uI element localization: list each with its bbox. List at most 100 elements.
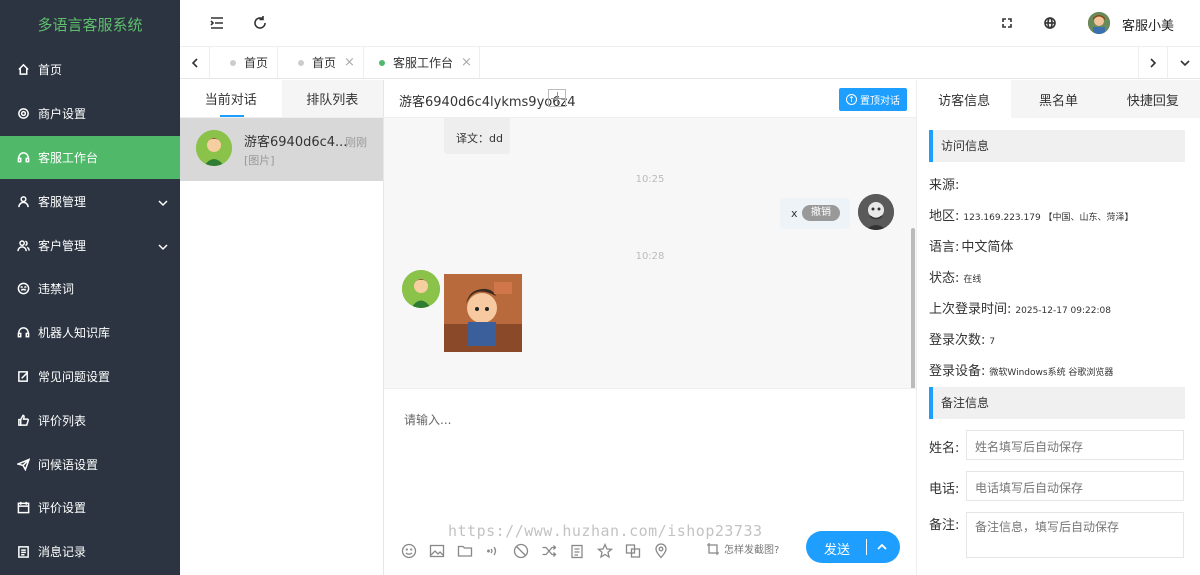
close-icon[interactable]: × bbox=[344, 55, 355, 70]
sidebar-item-label: 客服工作台 bbox=[38, 150, 99, 165]
info-label: 登录次数: bbox=[929, 333, 986, 348]
refresh-icon[interactable] bbox=[251, 14, 269, 32]
clipboard-icon[interactable] bbox=[567, 542, 586, 561]
send-button[interactable]: 发送 bbox=[806, 531, 900, 563]
info-label: 状态: bbox=[929, 271, 960, 286]
message-bubble-agent: x 撤销 bbox=[780, 198, 850, 229]
sidebar-item-label: 客服管理 bbox=[38, 194, 87, 209]
sidebar-item-banned-words[interactable]: 违禁词 bbox=[0, 267, 180, 311]
sidebar-item-faq-settings[interactable]: 常见问题设置 bbox=[0, 355, 180, 399]
sidebar-item-home[interactable]: 首页 bbox=[0, 48, 180, 92]
calendar-icon bbox=[16, 501, 30, 515]
info-value: 微软Windows系统 谷歌浏览器 bbox=[989, 368, 1114, 378]
conversation-item[interactable]: 游客6940d6c4... 刚刚 [图片] bbox=[180, 118, 383, 181]
close-icon[interactable]: × bbox=[461, 55, 472, 70]
tab-queue-list[interactable]: 排队列表 bbox=[281, 80, 383, 117]
add-icon[interactable] bbox=[548, 89, 566, 107]
sidebar-item-agent-management[interactable]: 客服管理 bbox=[0, 179, 180, 223]
tab-home-2[interactable]: 首页 × bbox=[278, 47, 364, 78]
users-icon bbox=[16, 238, 30, 252]
info-label: 上次登录时间: bbox=[929, 302, 1012, 317]
send-divider bbox=[866, 539, 867, 555]
star-icon[interactable] bbox=[595, 542, 614, 561]
sidebar-item-label: 消息记录 bbox=[38, 545, 87, 560]
clipboard-icon bbox=[16, 545, 30, 559]
location-icon[interactable] bbox=[651, 542, 670, 561]
pin-conversation-button[interactable]: ↑ 置顶对话 bbox=[839, 88, 907, 111]
voice-icon[interactable] bbox=[483, 542, 502, 561]
chat-scrollbar[interactable] bbox=[911, 228, 915, 388]
sidebar-item-message-records[interactable]: 消息记录 bbox=[0, 530, 180, 574]
send-icon bbox=[16, 457, 30, 471]
sidebar-item-review-list[interactable]: 评价列表 bbox=[0, 398, 180, 442]
tab-agent-workbench[interactable]: 客服工作台 × bbox=[364, 47, 480, 78]
folder-icon[interactable] bbox=[455, 542, 474, 561]
conversation-last-message: [图片] bbox=[244, 154, 275, 167]
sidebar-item-greeting-settings[interactable]: 问候语设置 bbox=[0, 442, 180, 486]
name-label: 姓名: bbox=[929, 441, 960, 456]
emoji-icon[interactable] bbox=[399, 542, 418, 561]
message-input-area[interactable]: 请输入... 怎样发截图? 发送 bbox=[384, 388, 916, 575]
sidebar-item-merchant-settings[interactable]: 商户设置 bbox=[0, 92, 180, 136]
screenshot-tip[interactable]: 怎样发截图? bbox=[706, 541, 779, 556]
message-input[interactable]: 请输入... bbox=[404, 411, 451, 428]
translate-icon[interactable] bbox=[623, 542, 642, 561]
info-value: 在线 bbox=[963, 275, 982, 285]
info-value: 7 bbox=[989, 337, 996, 347]
conversation-panel: 当前对话 排队列表 游客6940d6c4... 刚刚 [图片] bbox=[180, 80, 384, 575]
remark-info-title: 备注信息 bbox=[929, 387, 1185, 419]
conversation-name: 游客6940d6c4... bbox=[244, 135, 348, 150]
tab-home-1[interactable]: 首页 bbox=[210, 47, 278, 78]
sidebar-item-robot-knowledge[interactable]: 机器人知识库 bbox=[0, 311, 180, 355]
recall-button[interactable]: 撤销 bbox=[802, 205, 840, 221]
message-image[interactable] bbox=[444, 274, 522, 352]
tab-visitor-info[interactable]: 访客信息 bbox=[917, 80, 1012, 118]
globe-icon[interactable] bbox=[1041, 14, 1059, 32]
tab-scroll-right-button[interactable] bbox=[1138, 47, 1168, 78]
user-name[interactable]: 客服小美 bbox=[1122, 15, 1174, 34]
avatar[interactable] bbox=[1088, 12, 1110, 34]
name-field[interactable]: 姓名填写后自动保存 bbox=[966, 430, 1184, 460]
conversation-time: 刚刚 bbox=[345, 136, 367, 149]
info-language: 语言: 中文简体 bbox=[929, 236, 1013, 255]
block-icon[interactable] bbox=[511, 542, 530, 561]
tab-current-conversations[interactable]: 当前对话 bbox=[180, 80, 282, 117]
tab-quick-replies[interactable]: 快捷回复 bbox=[1106, 80, 1200, 118]
tab-menu-button[interactable] bbox=[1170, 47, 1200, 78]
visit-info-title: 访问信息 bbox=[929, 130, 1185, 162]
image-icon[interactable] bbox=[427, 542, 446, 561]
phone-label: 电话: bbox=[929, 482, 960, 497]
tab-blacklist[interactable]: 黑名单 bbox=[1011, 80, 1105, 118]
chevron-right-icon bbox=[1150, 57, 1157, 68]
remark-label: 备注: bbox=[929, 518, 960, 533]
chevron-up-icon[interactable] bbox=[876, 541, 888, 553]
info-tabs: 访客信息 黑名单 快捷回复 bbox=[917, 80, 1200, 118]
info-label: 登录设备: bbox=[929, 364, 986, 379]
visitor-avatar bbox=[402, 270, 440, 308]
transfer-icon[interactable] bbox=[539, 542, 558, 561]
chevron-down-icon bbox=[1180, 59, 1190, 66]
translation-text: 译文：dd bbox=[456, 132, 503, 145]
sidebar-item-review-settings[interactable]: 评价设置 bbox=[0, 486, 180, 530]
menu-collapse-icon[interactable] bbox=[208, 14, 226, 32]
tab-label: 首页 bbox=[244, 56, 269, 70]
phone-field[interactable]: 电话填写后自动保存 bbox=[966, 471, 1184, 501]
tab-bar: 首页 首页 × 客服工作台 × bbox=[180, 47, 1200, 79]
message-list[interactable]: 译文：dd 10:25 x 撤销 10:28 bbox=[384, 118, 916, 388]
sidebar-item-label: 机器人知识库 bbox=[38, 326, 111, 341]
message-timestamp: 10:28 bbox=[635, 251, 665, 262]
sidebar-item-label: 评价设置 bbox=[38, 501, 87, 516]
home-icon bbox=[16, 63, 30, 77]
tab-scroll-left-button[interactable] bbox=[180, 47, 210, 78]
info-value: 中文简体 bbox=[961, 240, 1014, 255]
app-logo-title: 多语言客服系统 bbox=[37, 16, 143, 34]
send-label: 发送 bbox=[824, 543, 851, 558]
remark-field[interactable]: 备注信息，填写后自动保存 bbox=[966, 512, 1184, 558]
sidebar-item-customer-management[interactable]: 客户管理 bbox=[0, 223, 180, 267]
message-text: x bbox=[791, 207, 798, 220]
arrow-up-icon: ↑ bbox=[846, 94, 857, 105]
screenshot-tip-label: 怎样发截图? bbox=[724, 545, 780, 556]
sidebar-item-agent-workbench[interactable]: 客服工作台 bbox=[0, 135, 180, 180]
fullscreen-icon[interactable] bbox=[998, 14, 1016, 32]
visitor-avatar bbox=[196, 130, 232, 166]
